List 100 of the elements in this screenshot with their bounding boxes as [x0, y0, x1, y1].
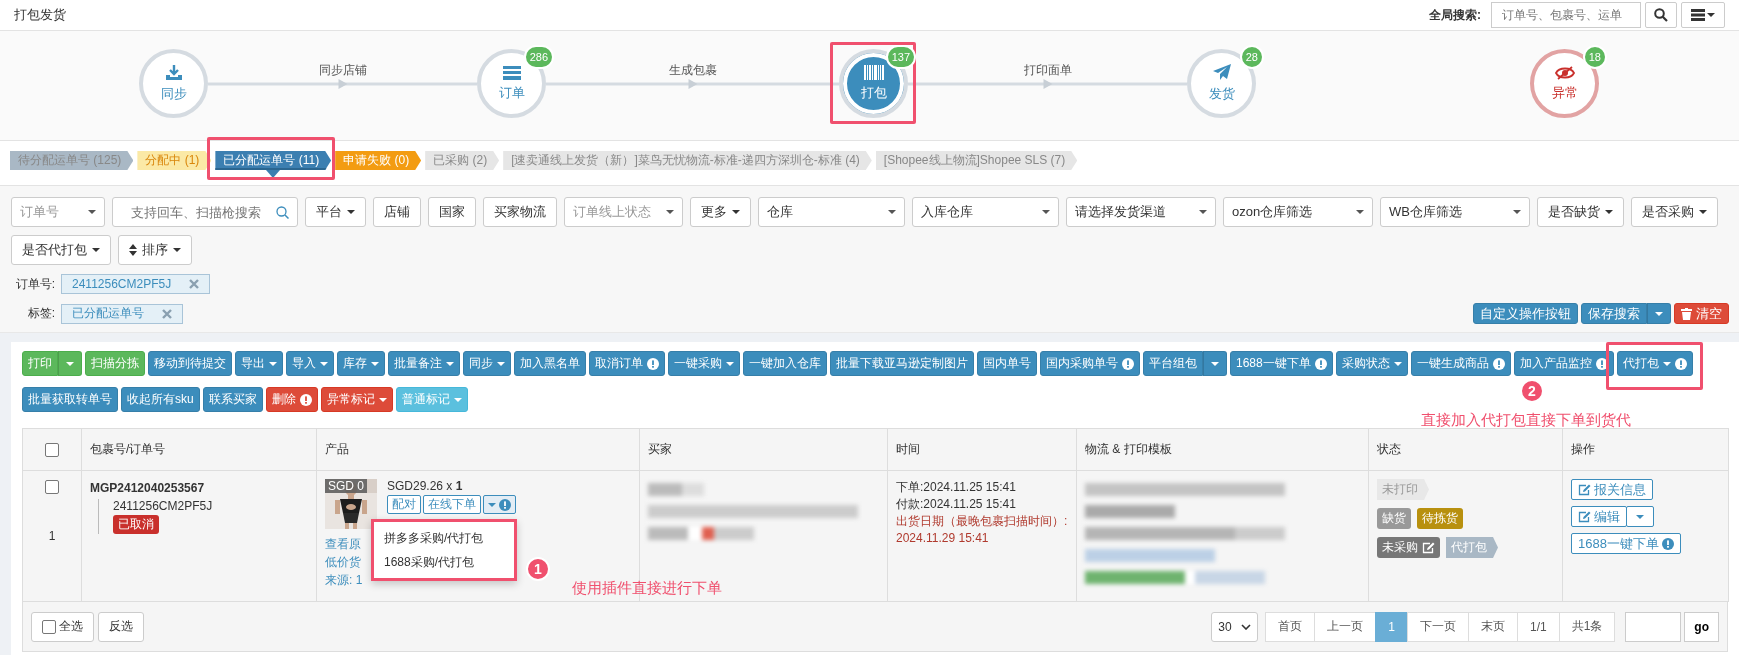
- toolbar-button[interactable]: 联系买家: [202, 387, 263, 412]
- select-field[interactable]: 入库仓库: [912, 197, 1059, 227]
- filter-button[interactable]: 买家物流: [483, 197, 557, 227]
- action-button[interactable]: 清空: [1674, 303, 1729, 324]
- page-size-select[interactable]: 30: [1211, 611, 1259, 642]
- search-field[interactable]: 订单号、包裹号、运单: [1491, 2, 1641, 28]
- page-button[interactable]: 首页: [1265, 611, 1316, 642]
- caret-icon: [446, 361, 454, 366]
- toolbar-button[interactable]: 加入产品监控: [1513, 351, 1614, 376]
- checkbox[interactable]: [45, 479, 59, 494]
- toolbar-button[interactable]: 国内采购单号: [1040, 351, 1140, 376]
- dropdown-button[interactable]: 是否采购: [1631, 197, 1718, 227]
- toolbar-button[interactable]: 扫描分拣: [85, 351, 145, 376]
- dropdown-button[interactable]: 平台: [305, 197, 366, 227]
- caret-icon: [1199, 210, 1207, 214]
- toolbar-button[interactable]: 批量下载亚马逊定制图片: [830, 351, 974, 376]
- page-button[interactable]: 下一页: [1406, 611, 1469, 642]
- toolbar-button[interactable]: 加入黑名单: [514, 351, 586, 376]
- select-field[interactable]: ozon仓库筛选: [1223, 197, 1373, 227]
- toolbar-button[interactable]: 收起所有sku: [121, 387, 200, 412]
- invert-button[interactable]: 反选: [98, 611, 144, 642]
- toolbar-button[interactable]: 一键生成商品: [1410, 351, 1511, 376]
- status-tab[interactable]: 分配中 (1): [137, 151, 212, 170]
- dropdown-toggle[interactable]: [1203, 351, 1227, 376]
- menu-button[interactable]: [1681, 2, 1725, 28]
- page-button[interactable]: 共1条: [1558, 611, 1616, 642]
- caret-icon: [1513, 210, 1521, 214]
- filter-button[interactable]: 店铺: [373, 197, 421, 227]
- toolbar-button[interactable]: 库存: [337, 351, 385, 376]
- alert-icon: [647, 357, 659, 370]
- remove-icon[interactable]: [189, 279, 200, 289]
- dropdown-toggle[interactable]: [1626, 506, 1654, 527]
- toolbar-button[interactable]: 取消订单: [589, 351, 665, 376]
- action-button[interactable]: 报关信息: [1571, 479, 1653, 500]
- menu-item[interactable]: 1688采购/代打包: [374, 550, 514, 574]
- toolbar-button[interactable]: 导入: [286, 351, 334, 376]
- action-button[interactable]: 自定义操作按钮: [1473, 303, 1578, 324]
- page-button[interactable]: 上一页: [1314, 611, 1377, 642]
- caret-icon: [1042, 210, 1050, 214]
- toolbar-button[interactable]: 一键采购: [668, 351, 740, 376]
- toolbar-button[interactable]: 国内单号: [977, 351, 1037, 376]
- step-button[interactable]: 同步: [139, 49, 208, 118]
- alert-icon: [299, 393, 312, 406]
- toolbar-button[interactable]: 代打包: [1616, 351, 1693, 376]
- time-text: 出货日期（最晚包裹扫描时间）:: [896, 513, 1068, 530]
- toolbar-button[interactable]: 1688一键下单: [1230, 351, 1333, 376]
- dropdown-button[interactable]: 是否代打包: [11, 235, 111, 265]
- page-button[interactable]: 1: [1375, 611, 1408, 642]
- status-tab[interactable]: [Shopee线上物流]Shopee SLS (7): [875, 151, 1078, 170]
- search-field[interactable]: 支持回车、扫描枪搜索: [112, 197, 298, 227]
- toolbar-button[interactable]: 异常标记: [320, 387, 393, 412]
- page-button[interactable]: 末页: [1467, 611, 1518, 642]
- toolbar-button[interactable]: 打印: [22, 351, 58, 376]
- sort-button[interactable]: 排序: [118, 235, 192, 265]
- caret-icon: [732, 210, 740, 214]
- status-tab[interactable]: 申请失败 (0): [335, 151, 422, 170]
- go-button[interactable]: go: [1684, 611, 1719, 642]
- price-text: SGD29.26 x 1: [387, 479, 463, 493]
- toolbar-button[interactable]: 平台组包: [1143, 351, 1203, 376]
- dropdown-button[interactable]: 更多: [690, 197, 751, 227]
- toolbar-button[interactable]: 一键加入仓库: [743, 351, 827, 376]
- page-button[interactable]: 1/1: [1516, 611, 1560, 642]
- select-field[interactable]: 订单线上状态: [564, 197, 683, 227]
- remove-icon[interactable]: [162, 308, 172, 319]
- dropdown-toggle[interactable]: [58, 351, 82, 376]
- toolbar-button[interactable]: 批量备注: [388, 351, 460, 376]
- toolbar-button[interactable]: 导出: [235, 351, 283, 376]
- toolbar-button[interactable]: 采购状态: [1335, 351, 1408, 376]
- toolbar-button[interactable]: 同步: [463, 351, 511, 376]
- caret-icon: [497, 361, 505, 366]
- status-tab[interactable]: 已采购 (2): [425, 151, 500, 170]
- product-button[interactable]: 配对: [387, 495, 421, 514]
- menu-item[interactable]: 拼多多采购/代打包: [374, 526, 514, 550]
- action-button[interactable]: 保存搜索: [1581, 303, 1647, 324]
- select-field[interactable]: 订单号: [11, 197, 105, 227]
- checkbox[interactable]: [45, 442, 59, 457]
- page-input[interactable]: [1625, 611, 1682, 642]
- status-tab[interactable]: [速卖通线上发货（新）]菜鸟无忧物流-标准-递四方深圳仓-标准 (4): [503, 151, 872, 170]
- checkbox[interactable]: [42, 619, 56, 634]
- dropdown-toggle[interactable]: [1647, 303, 1671, 324]
- select-field[interactable]: 请选择发货渠道: [1066, 197, 1216, 227]
- toolbar-button[interactable]: 普通标记: [395, 387, 468, 412]
- action-button[interactable]: 1688一键下单: [1571, 533, 1681, 554]
- status-tab[interactable]: 已分配运单号 (11): [215, 151, 332, 170]
- step-link-label: 打印面单: [1023, 61, 1072, 79]
- filter-button[interactable]: 国家: [428, 197, 476, 227]
- toolbar-button[interactable]: 删除: [265, 387, 318, 412]
- dropdown-toggle[interactable]: [483, 495, 516, 514]
- select-field[interactable]: WB仓库筛选: [1380, 197, 1530, 227]
- action-button[interactable]: 编辑: [1571, 506, 1627, 527]
- select-field[interactable]: 仓库: [758, 197, 905, 227]
- toolbar-button[interactable]: 移动到待提交: [148, 351, 232, 376]
- select-all-button[interactable]: 全选: [31, 611, 94, 642]
- toolbar-button[interactable]: 批量获取转单号: [22, 387, 118, 412]
- filter-tag: 已分配运单号: [61, 303, 183, 324]
- dropdown-button[interactable]: 是否缺货: [1537, 197, 1624, 227]
- status-tag: 未打印: [1377, 479, 1429, 500]
- caret-icon: [1393, 361, 1402, 366]
- product-button[interactable]: 在线下单: [423, 495, 481, 514]
- search-button[interactable]: [1645, 2, 1677, 28]
